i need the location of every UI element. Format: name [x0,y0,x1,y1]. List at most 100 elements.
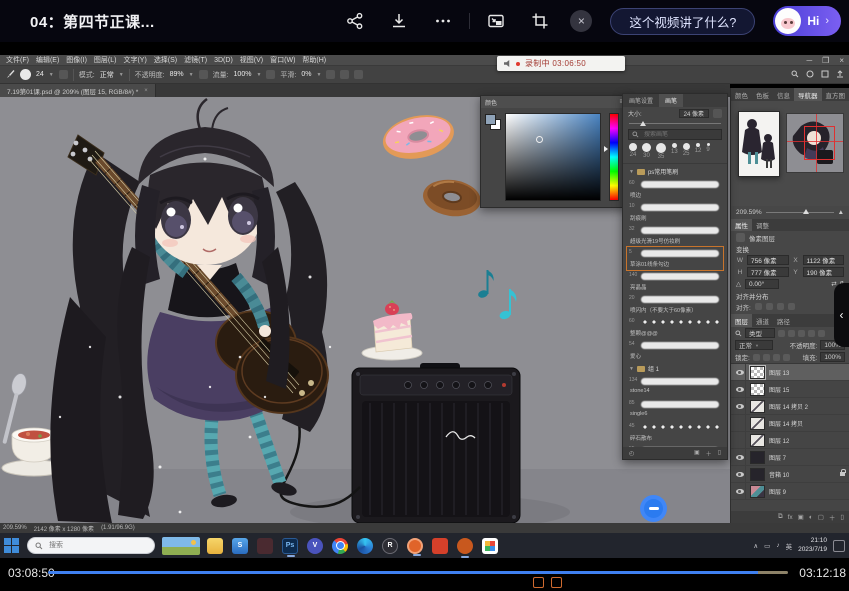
chevron-down-icon[interactable]: ▼ [119,72,124,78]
tray-expand-icon[interactable]: ∧ [753,542,758,550]
brushes-panel-tab[interactable]: 画笔 [659,94,683,107]
layer-row[interactable]: 图层 13 [731,364,849,381]
panel-tab[interactable]: 色板 [752,88,773,101]
share-doc-icon[interactable] [836,70,844,78]
layer-thumbnail[interactable] [750,417,765,430]
download-button[interactable] [389,11,409,31]
toggle-brush-panel-icon[interactable] [59,70,68,79]
layer-row[interactable]: 图层 12 [731,432,849,449]
taskbar-app-icon[interactable] [432,538,448,554]
menu-item[interactable]: 选择(S) [154,55,177,65]
language-indicator[interactable]: 英 [786,541,793,551]
volume-icon[interactable]: ♪ [776,542,779,549]
brush-search-input[interactable] [642,131,712,139]
layer-thumbnail[interactable] [750,400,765,413]
visibility-toggle[interactable] [734,364,746,380]
video-frame[interactable]: 文件(F)编辑(E)图像(I)图层(L)文字(Y)选择(S)滤镜(T)3D(D)… [0,42,849,558]
close-window-button[interactable]: × [839,56,844,65]
progress-bar[interactable] [48,571,788,574]
hue-slider-thumb[interactable] [604,146,608,152]
menu-item[interactable]: 文件(F) [6,55,29,65]
folder-arrow-icon[interactable]: ▼ [629,169,634,175]
brush-list-item[interactable]: ▼ 碎石散布 45 碎石散布 [627,421,723,444]
foreground-background-swatches[interactable] [485,114,501,130]
minimize-button[interactable]: ─ [806,56,812,65]
zoom-icon[interactable] [806,70,814,78]
brush-preset[interactable]: 9 [706,143,709,153]
pressure-size-icon[interactable] [354,70,363,79]
pip-button[interactable] [486,11,506,31]
taskbar-app-icon[interactable] [332,538,348,554]
taskbar-app-icon[interactable]: S [232,538,248,554]
layer-name[interactable]: 图层 13 [769,368,789,377]
new-brush-icon[interactable]: ＋ [706,449,712,458]
taskbar-app-icon[interactable] [482,538,498,554]
opacity-value[interactable]: 89% [170,71,184,78]
brush-preset[interactable]: 25 [683,143,690,157]
taskbar-app-icon[interactable] [407,538,423,554]
brush-list-item[interactable]: ▼ 草涂01线条勾边 5 草涂01线条勾边 [627,247,723,270]
new-layer-icon[interactable]: ＋ [829,512,836,522]
blend-mode-dropdown[interactable]: 正常▼ [735,340,773,350]
taskbar-search[interactable] [27,537,155,554]
brush-list-item[interactable]: ▼ 组 1 组 1 [627,362,723,375]
fill-value[interactable]: 100% [820,352,845,362]
brush-preset[interactable]: 35 [656,143,666,160]
taskbar-app-icon[interactable] [457,538,473,554]
taskbar-app-icon[interactable]: V [307,538,323,554]
lock-position-icon[interactable] [773,354,780,361]
layer-thumbnail[interactable] [750,366,765,379]
notification-center-icon[interactable] [833,540,845,552]
filter-adjustment-icon[interactable] [788,330,795,337]
layers-panel-tab[interactable]: 路径 [773,314,794,327]
status-zoom[interactable]: 209.59% [3,525,27,531]
menu-item[interactable]: 视图(V) [240,55,263,65]
visibility-toggle[interactable] [734,381,746,397]
align-right-icon[interactable] [777,303,784,310]
visibility-toggle[interactable] [734,466,746,482]
hue-slider[interactable] [609,113,619,201]
layer-thumbnail[interactable] [750,485,765,498]
color-panel-tab[interactable]: 颜色 [485,98,497,107]
link-layers-icon[interactable]: ⧉ [778,513,783,521]
ask-video-button[interactable]: 这个视频讲了什么? [610,8,755,35]
layer-thumbnail[interactable] [750,434,765,447]
layer-thumbnail[interactable] [750,383,765,396]
brush-list-item[interactable]: ▼ ps常用笔刷 ps常用笔刷 [627,165,723,178]
layer-row[interactable]: 图层 7 [731,449,849,466]
color-panel-header[interactable]: 颜色 ≡ [481,96,627,108]
panel-tab[interactable]: 直方图 [822,88,849,101]
layer-name[interactable]: 音箱 10 [769,470,789,479]
foreground-color-swatch[interactable] [485,114,496,125]
panel-tab[interactable]: 信息 [773,88,794,101]
brush-preset-preview[interactable] [20,69,31,80]
smoothing-value[interactable]: 0% [301,71,311,78]
brush-list-item[interactable]: ▼ 亮晶晶 140 亮晶晶 [627,270,723,293]
navigator-zoom-value[interactable]: 209.59% [736,209,762,216]
filter-type-icon[interactable] [798,330,805,337]
adjustment-layer-icon[interactable]: ◐ [809,514,813,521]
x-field[interactable]: 1122 像素 [803,255,845,265]
navigator-view-box[interactable] [804,126,835,161]
close-document-icon[interactable]: × [144,88,148,94]
transform-section-header[interactable]: 变换 [731,244,849,254]
brush-list-item[interactable]: ▼ 整颗@@@ 60 整颗@@@ [627,316,723,339]
menu-item[interactable]: 帮助(H) [302,55,326,65]
layers-panel-tab[interactable]: 图层 [731,314,752,327]
visibility-toggle[interactable] [734,449,746,465]
brush-preset[interactable]: 13 [671,143,678,155]
lock-all-icon[interactable] [783,354,790,361]
panel-tab[interactable]: 颜色 [731,88,752,101]
align-left-icon[interactable] [755,303,762,310]
chevron-down-icon[interactable]: ▼ [316,72,321,78]
filter-pixel-icon[interactable] [778,330,785,337]
brush-list-item[interactable]: ▼ 喷闪内（不要大于60像素） 20 喷闪内（不要大于60像素） [627,293,723,316]
lock-transparent-icon[interactable] [753,354,760,361]
new-group-icon[interactable]: ▢ [818,513,824,521]
weather-widget[interactable] [162,537,200,555]
ai-assistant-button[interactable]: Hi › [773,6,841,36]
brush-search-box[interactable] [628,129,722,140]
brush-size-slider[interactable] [629,120,721,128]
chevron-down-icon[interactable]: ▼ [49,72,54,78]
delete-layer-icon[interactable]: ▯ [840,513,844,521]
